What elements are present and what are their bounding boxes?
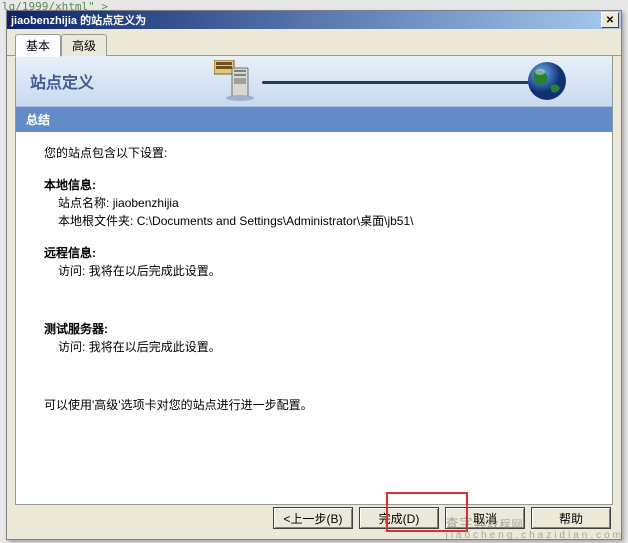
globe-icon xyxy=(526,60,568,105)
test-access-value: 我将在以后完成此设置。 xyxy=(89,340,221,354)
remote-access-value: 我将在以后完成此设置。 xyxy=(89,264,221,278)
test-access-row: 访问: 我将在以后完成此设置。 xyxy=(44,338,584,356)
remote-info-title: 远程信息: xyxy=(44,244,584,262)
cancel-button[interactable]: 取消 xyxy=(445,507,525,529)
remote-access-label: 访问: xyxy=(58,264,85,278)
root-folder-row: 本地根文件夹: C:\Documents and Settings\Admini… xyxy=(44,212,584,230)
content-area: 您的站点包含以下设置: 本地信息: 站点名称: jiaobenzhijia 本地… xyxy=(16,132,612,426)
local-info-title: 本地信息: xyxy=(44,176,584,194)
titlebar-text: jiaobenzhijia 的站点定义为 xyxy=(11,12,146,28)
section-bar-summary: 总结 xyxy=(16,107,612,132)
site-definition-dialog: jiaobenzhijia 的站点定义为 ✕ 基本 高级 站点定义 xyxy=(6,10,622,540)
header-banner: 站点定义 xyxy=(16,56,612,107)
finish-button[interactable]: 完成(D) xyxy=(359,507,439,529)
site-name-value: jiaobenzhijia xyxy=(113,196,179,210)
header-title: 站点定义 xyxy=(30,69,94,93)
button-row: <上一步(B) 完成(D) 取消 帮助 xyxy=(273,507,611,529)
tab-row: 基本 高级 xyxy=(7,29,621,56)
titlebar: jiaobenzhijia 的站点定义为 ✕ xyxy=(7,11,621,29)
server-icon xyxy=(214,60,262,107)
test-access-label: 访问: xyxy=(58,340,85,354)
help-button[interactable]: 帮助 xyxy=(531,507,611,529)
site-name-row: 站点名称: jiaobenzhijia xyxy=(44,194,584,212)
test-server-title: 测试服务器: xyxy=(44,320,584,338)
panel-basic: 站点定义 xyxy=(15,56,613,505)
advanced-note: 可以使用'高级'选项卡对您的站点进行进一步配置。 xyxy=(44,396,584,414)
header-graphic xyxy=(114,56,598,106)
cable-graphic xyxy=(262,81,532,84)
close-button[interactable]: ✕ xyxy=(601,12,619,28)
intro-text: 您的站点包含以下设置: xyxy=(44,144,584,162)
remote-access-row: 访问: 我将在以后完成此设置。 xyxy=(44,262,584,280)
root-folder-value: C:\Documents and Settings\Administrator\… xyxy=(137,214,414,228)
root-folder-label: 本地根文件夹: xyxy=(58,214,133,228)
tab-advanced[interactable]: 高级 xyxy=(61,34,107,56)
tab-basic[interactable]: 基本 xyxy=(15,34,61,57)
back-button[interactable]: <上一步(B) xyxy=(273,507,353,529)
site-name-label: 站点名称: xyxy=(58,196,109,210)
